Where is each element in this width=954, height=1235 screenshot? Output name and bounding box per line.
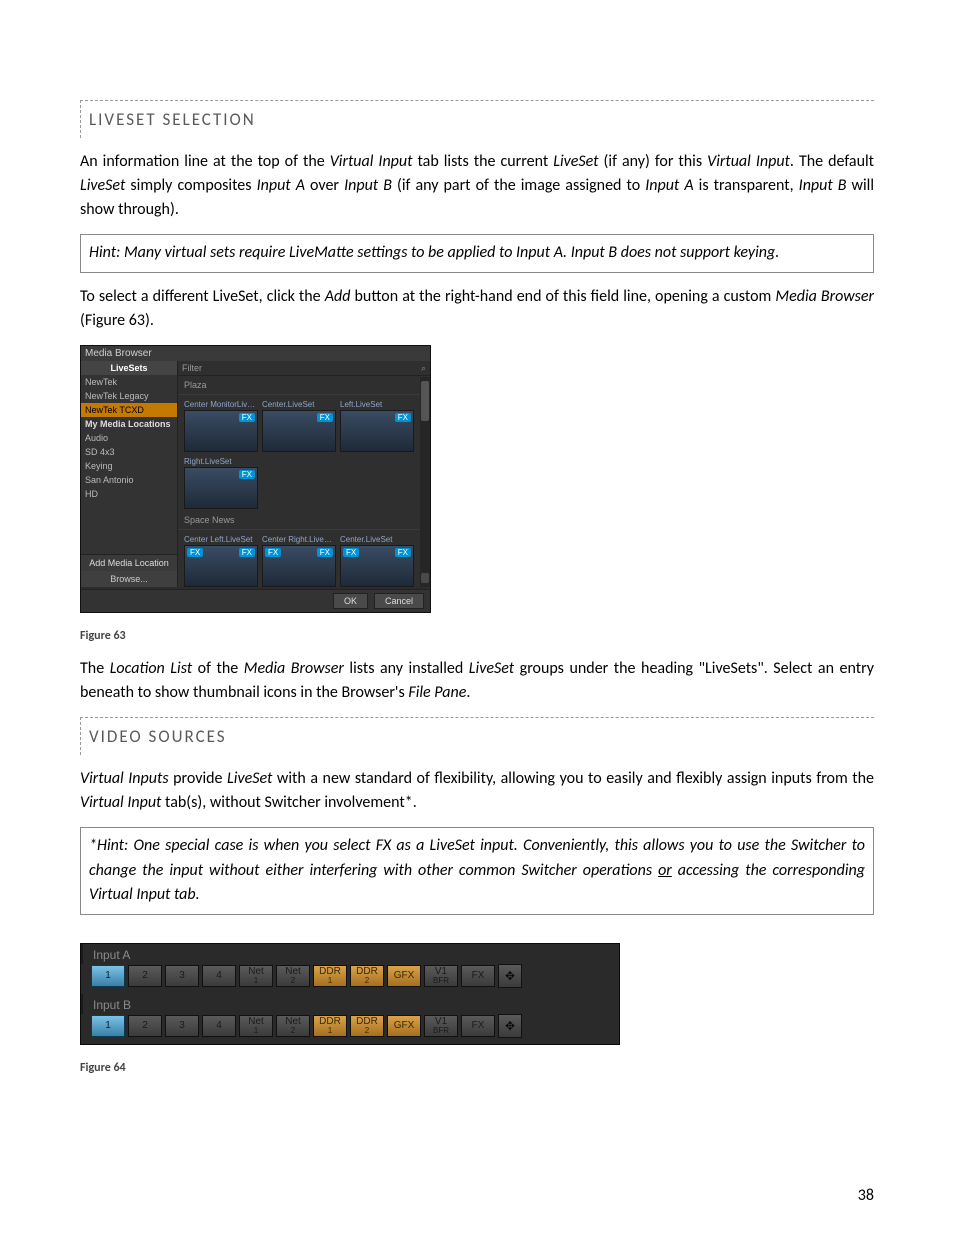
input-a-ddr1[interactable]: DDR1 [313,965,347,987]
liveset-paragraph-2: To select a different LiveSet, click the… [80,285,874,333]
thumb-sn-center[interactable]: Center.LiveSetFXFX [340,534,412,587]
fx-badge: FX [395,413,411,422]
input-b-ddr1[interactable]: DDR1 [313,1015,347,1037]
video-paragraph-1: Virtual Inputs provide LiveSet with a ne… [80,767,874,815]
fx-badge: FX [317,548,333,557]
fx-badge: FX [395,548,411,557]
input-a-4[interactable]: 4 [202,965,236,987]
input-b-row: 1 2 3 4 Net1 Net2 DDR1 DDR2 GFX V1BFR FX… [81,1014,619,1044]
sidebar-item-newtek[interactable]: NewTek [81,375,177,389]
filter-label: Filter [182,363,202,373]
input-panel: Input A 1 2 3 4 Net1 Net2 DDR1 DDR2 GFX … [80,943,620,1045]
input-a-row: 1 2 3 4 Net1 Net2 DDR1 DDR2 GFX V1BFR FX… [81,964,619,994]
sidebar-item-keying[interactable]: Keying [81,459,177,473]
liveset-hint: Hint: Many virtual sets require LiveMatt… [80,234,874,273]
input-b-2[interactable]: 2 [128,1015,162,1037]
input-a-1[interactable]: 1 [91,965,125,987]
thumb-right[interactable]: Right.LiveSetFX [184,456,256,509]
input-b-4[interactable]: 4 [202,1015,236,1037]
input-a-gfx[interactable]: GFX [387,965,421,987]
video-hint: *Hint: One special case is when you sele… [80,827,874,915]
figure-63-caption: Figure 63 [80,629,874,643]
input-b-v1bfr[interactable]: V1BFR [424,1015,458,1037]
move-icon[interactable]: ✥ [498,964,522,988]
browse-button[interactable]: Browse... [81,571,177,587]
liveset-paragraph-1: An information line at the top of the Vi… [80,150,874,222]
input-b-3[interactable]: 3 [165,1015,199,1037]
fx-badge: FX [265,548,281,557]
input-a-net1[interactable]: Net1 [239,965,273,987]
fx-badge: FX [187,548,203,557]
fx-badge: FX [317,413,333,422]
sidebar-item-hd[interactable]: HD [81,487,177,501]
move-icon[interactable]: ✥ [498,1014,522,1038]
fx-badge: FX [239,413,255,422]
ok-button[interactable]: OK [333,593,368,609]
section-heading-video: VIDEO SOURCES [80,717,874,755]
input-b-label: Input B [81,994,619,1014]
thumb-left[interactable]: Left.LiveSetFX [340,399,412,452]
thumb-sn-center-left[interactable]: Center Left.LiveSetFXFX [184,534,256,587]
thumb-center[interactable]: Center.LiveSetFX [262,399,334,452]
input-a-net2[interactable]: Net2 [276,965,310,987]
section-heading-liveset: LIVESET SELECTION [80,100,874,138]
input-a-ddr2[interactable]: DDR2 [350,965,384,987]
group-livesets: LiveSets [81,361,177,375]
fx-badge: FX [239,548,255,557]
group-my-media: My Media Locations [81,417,177,431]
sidebar-item-audio[interactable]: Audio [81,431,177,445]
figure-64-caption: Figure 64 [80,1061,874,1075]
thumb-sn-center-right[interactable]: Center Right.LiveSetFXFX [262,534,334,587]
input-b-net1[interactable]: Net1 [239,1015,273,1037]
location-list: LiveSets NewTek NewTek Legacy NewTek TCX… [81,361,178,587]
liveset-paragraph-3: The Location List of the Media Browser l… [80,657,874,705]
cancel-button[interactable]: Cancel [374,593,424,609]
media-browser-title: Media Browser [81,346,430,361]
file-pane: Filter ⌕ Plaza Center MonitorLiveSetFX C… [178,361,430,587]
input-a-v1bfr[interactable]: V1BFR [424,965,458,987]
input-a-2[interactable]: 2 [128,965,162,987]
input-a-label: Input A [81,944,619,964]
media-browser-dialog: Media Browser LiveSets NewTek NewTek Leg… [80,345,431,613]
fx-badge: FX [239,470,255,479]
sidebar-item-sd4x3[interactable]: SD 4x3 [81,445,177,459]
input-b-net2[interactable]: Net2 [276,1015,310,1037]
thumb-center-monitor[interactable]: Center MonitorLiveSetFX [184,399,256,452]
sidebar-item-san-antonio[interactable]: San Antonio [81,473,177,487]
fx-badge: FX [343,548,359,557]
input-b-gfx[interactable]: GFX [387,1015,421,1037]
group-space-news: Space News [178,511,430,530]
sidebar-item-newtek-tcxd[interactable]: NewTek TCXD [81,403,177,417]
input-b-fx[interactable]: FX [461,1015,495,1037]
input-b-ddr2[interactable]: DDR2 [350,1015,384,1037]
page-number: 38 [858,1186,874,1205]
sidebar-item-newtek-legacy[interactable]: NewTek Legacy [81,389,177,403]
search-icon[interactable]: ⌕ [421,363,426,374]
input-a-fx[interactable]: FX [461,965,495,987]
add-media-location: Add Media Location [81,554,177,571]
input-a-3[interactable]: 3 [165,965,199,987]
group-plaza: Plaza [178,376,430,395]
input-b-1[interactable]: 1 [91,1015,125,1037]
scrollbar[interactable] [420,377,430,587]
